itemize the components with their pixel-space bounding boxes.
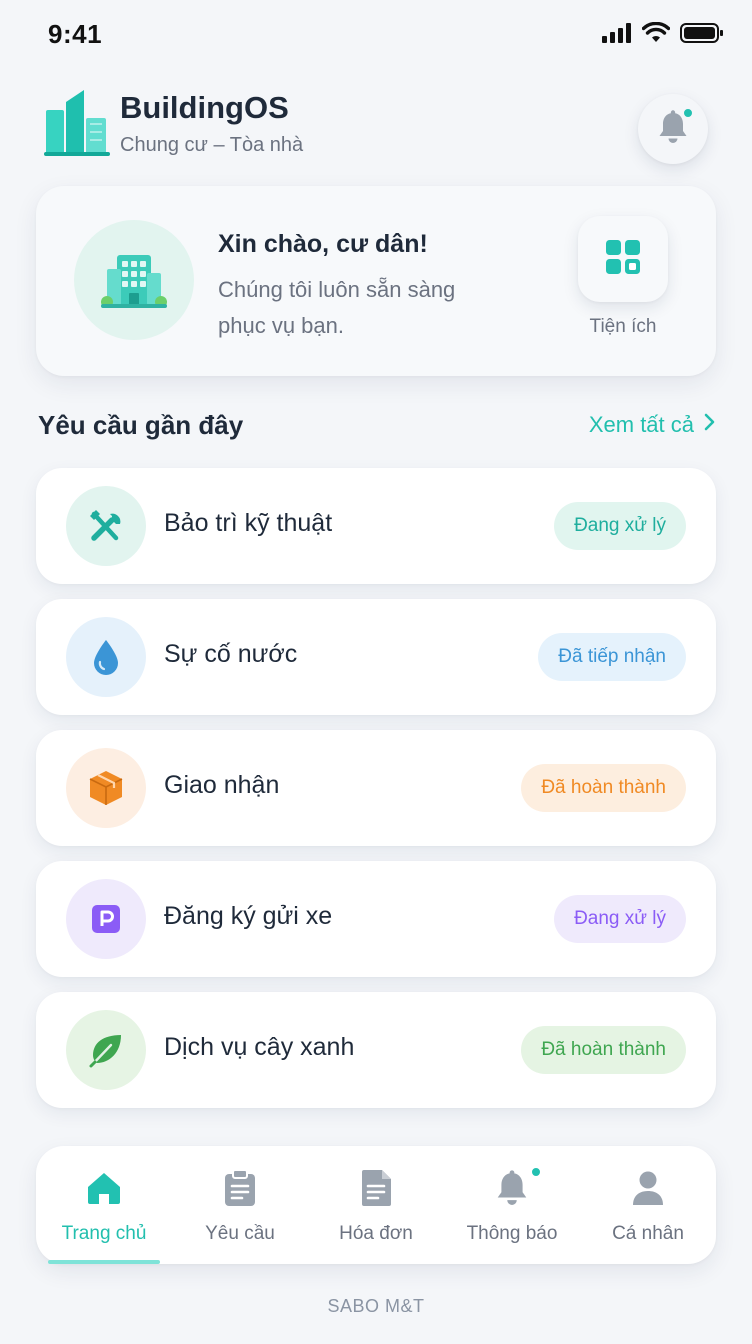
request-card-greenery[interactable]: Dịch vụ cây xanh Đã hoàn thành [36, 992, 716, 1108]
nav-label: Trang chủ [61, 1223, 147, 1244]
status-badge: Đã tiếp nhận [538, 633, 686, 681]
recent-requests-title: Yêu cầu gần đây [38, 410, 244, 440]
request-title: Giao nhận [164, 771, 280, 799]
request-title: Bảo trì kỹ thuật [164, 509, 333, 537]
package-icon [66, 748, 146, 828]
request-title: Sự cố nước [164, 640, 298, 668]
status-icons [602, 21, 724, 49]
parking-icon [66, 879, 146, 959]
request-title: Dịch vụ cây xanh [164, 1033, 355, 1061]
status-badge: Đang xử lý [554, 502, 686, 550]
welcome-title: Xin chào, cư dân! [218, 230, 428, 258]
utilities-label[interactable]: Tiện ích [573, 316, 673, 338]
water-drop-icon [66, 617, 146, 697]
status-badge: Đang xử lý [554, 895, 686, 943]
bottom-navigation: Trang chủ Yêu cầu Hóa đơn Thông báo Cá n… [36, 1146, 716, 1264]
nav-label: Thông báo [466, 1223, 558, 1244]
battery-icon [680, 22, 724, 49]
nav-item-profile[interactable]: Cá nhân [580, 1146, 716, 1264]
status-bar: 9:41 [0, 0, 752, 70]
request-card-maintenance[interactable]: Bảo trì kỹ thuật Đang xử lý [36, 468, 716, 584]
request-card-parking[interactable]: Đăng ký gửi xe Đang xử lý [36, 861, 716, 977]
nav-item-requests[interactable]: Yêu cầu [172, 1146, 308, 1264]
nav-label: Yêu cầu [205, 1223, 275, 1244]
invoice-icon [356, 1168, 396, 1208]
request-card-water[interactable]: Sự cố nước Đã tiếp nhận [36, 599, 716, 715]
app-subtitle: Chung cư – Tòa nhà [120, 134, 304, 156]
nav-item-notifications[interactable]: Thông báo [444, 1146, 580, 1264]
nav-label: Cá nhân [612, 1223, 684, 1244]
status-badge: Đã hoàn thành [521, 1026, 686, 1074]
active-tab-indicator [48, 1260, 160, 1264]
home-icon [84, 1168, 124, 1208]
notification-dot [682, 107, 694, 119]
app-name: BuildingOS [120, 90, 289, 125]
building-illustration-icon [74, 220, 194, 340]
notification-button[interactable] [638, 94, 708, 164]
nav-label: Hóa đơn [339, 1223, 413, 1244]
welcome-message: Chúng tôi luôn sẵn sàng phục vụ bạn. [218, 277, 456, 338]
see-all-label: Xem tất cả [588, 412, 694, 437]
wifi-icon [641, 21, 671, 49]
chevron-right-icon [704, 412, 716, 438]
leaf-icon [66, 1010, 146, 1090]
utilities-button[interactable] [578, 216, 668, 302]
bell-icon [492, 1168, 532, 1208]
notification-dot [530, 1166, 542, 1178]
grid-apps-icon [605, 239, 641, 280]
request-title: Đăng ký gửi xe [164, 902, 333, 930]
nav-item-home[interactable]: Trang chủ [36, 1146, 172, 1264]
welcome-card: Xin chào, cư dân! Chúng tôi luôn sẵn sàn… [36, 186, 716, 376]
request-card-delivery[interactable]: Giao nhận Đã hoàn thành [36, 730, 716, 846]
person-icon [628, 1168, 668, 1208]
buildingos-logo-icon [44, 88, 110, 158]
wrench-icon [66, 486, 146, 566]
status-time: 9:41 [48, 19, 103, 49]
app-header: BuildingOS Chung cư – Tòa nhà [44, 86, 708, 166]
nav-item-invoices[interactable]: Hóa đơn [308, 1146, 444, 1264]
footer-brand: SABO M&T [327, 1296, 425, 1316]
cellular-signal-icon [602, 23, 632, 48]
see-all-link[interactable]: Xem tất cả [589, 412, 716, 438]
clipboard-icon [220, 1168, 260, 1208]
status-badge: Đã hoàn thành [521, 764, 686, 812]
